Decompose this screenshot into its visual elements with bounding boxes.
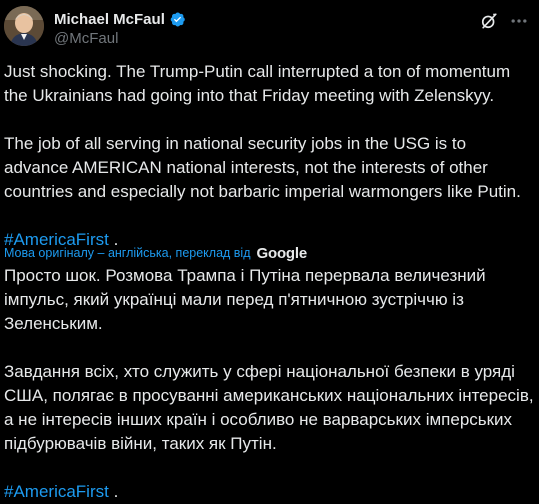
tweet-body: Just shocking. The Trump-Putin call inte…	[4, 60, 534, 252]
translated-paragraph: Просто шок. Розмова Трампа і Путіна пере…	[4, 266, 486, 333]
verified-badge-icon	[170, 12, 185, 26]
translated-tweet-body: Просто шок. Розмова Трампа і Путіна пере…	[4, 264, 534, 504]
tweet-paragraph: Just shocking. The Trump-Putin call inte…	[4, 62, 511, 105]
grok-icon	[481, 13, 497, 29]
tweet-header: Michael McFaul @McFaul	[4, 6, 534, 50]
google-logo: Google	[256, 244, 308, 262]
more-button[interactable]	[508, 10, 530, 32]
author-info: Michael McFaul @McFaul	[54, 9, 186, 47]
translated-hashtag-link[interactable]: #AmericaFirst	[4, 482, 109, 501]
author-handle[interactable]: @McFaul	[54, 30, 186, 47]
author-display-name[interactable]: Michael McFaul	[54, 11, 165, 28]
more-icon	[511, 19, 527, 23]
translated-hashtag-line: #AmericaFirst .	[4, 480, 534, 504]
tweet-paragraph: The job of all serving in national secur…	[4, 134, 521, 201]
translation-attribution-link[interactable]: Мова оригіналу – англійська, переклад ві…	[4, 246, 251, 260]
translated-paragraph: Завдання всіх, хто служить у сфері націо…	[4, 362, 534, 453]
avatar[interactable]	[4, 6, 44, 46]
avatar-image	[4, 6, 44, 46]
translation-attribution: Мова оригіналу – англійська, переклад ві…	[4, 243, 307, 263]
translated-hashtag-suffix: .	[108, 482, 119, 501]
grok-button[interactable]	[478, 10, 500, 32]
